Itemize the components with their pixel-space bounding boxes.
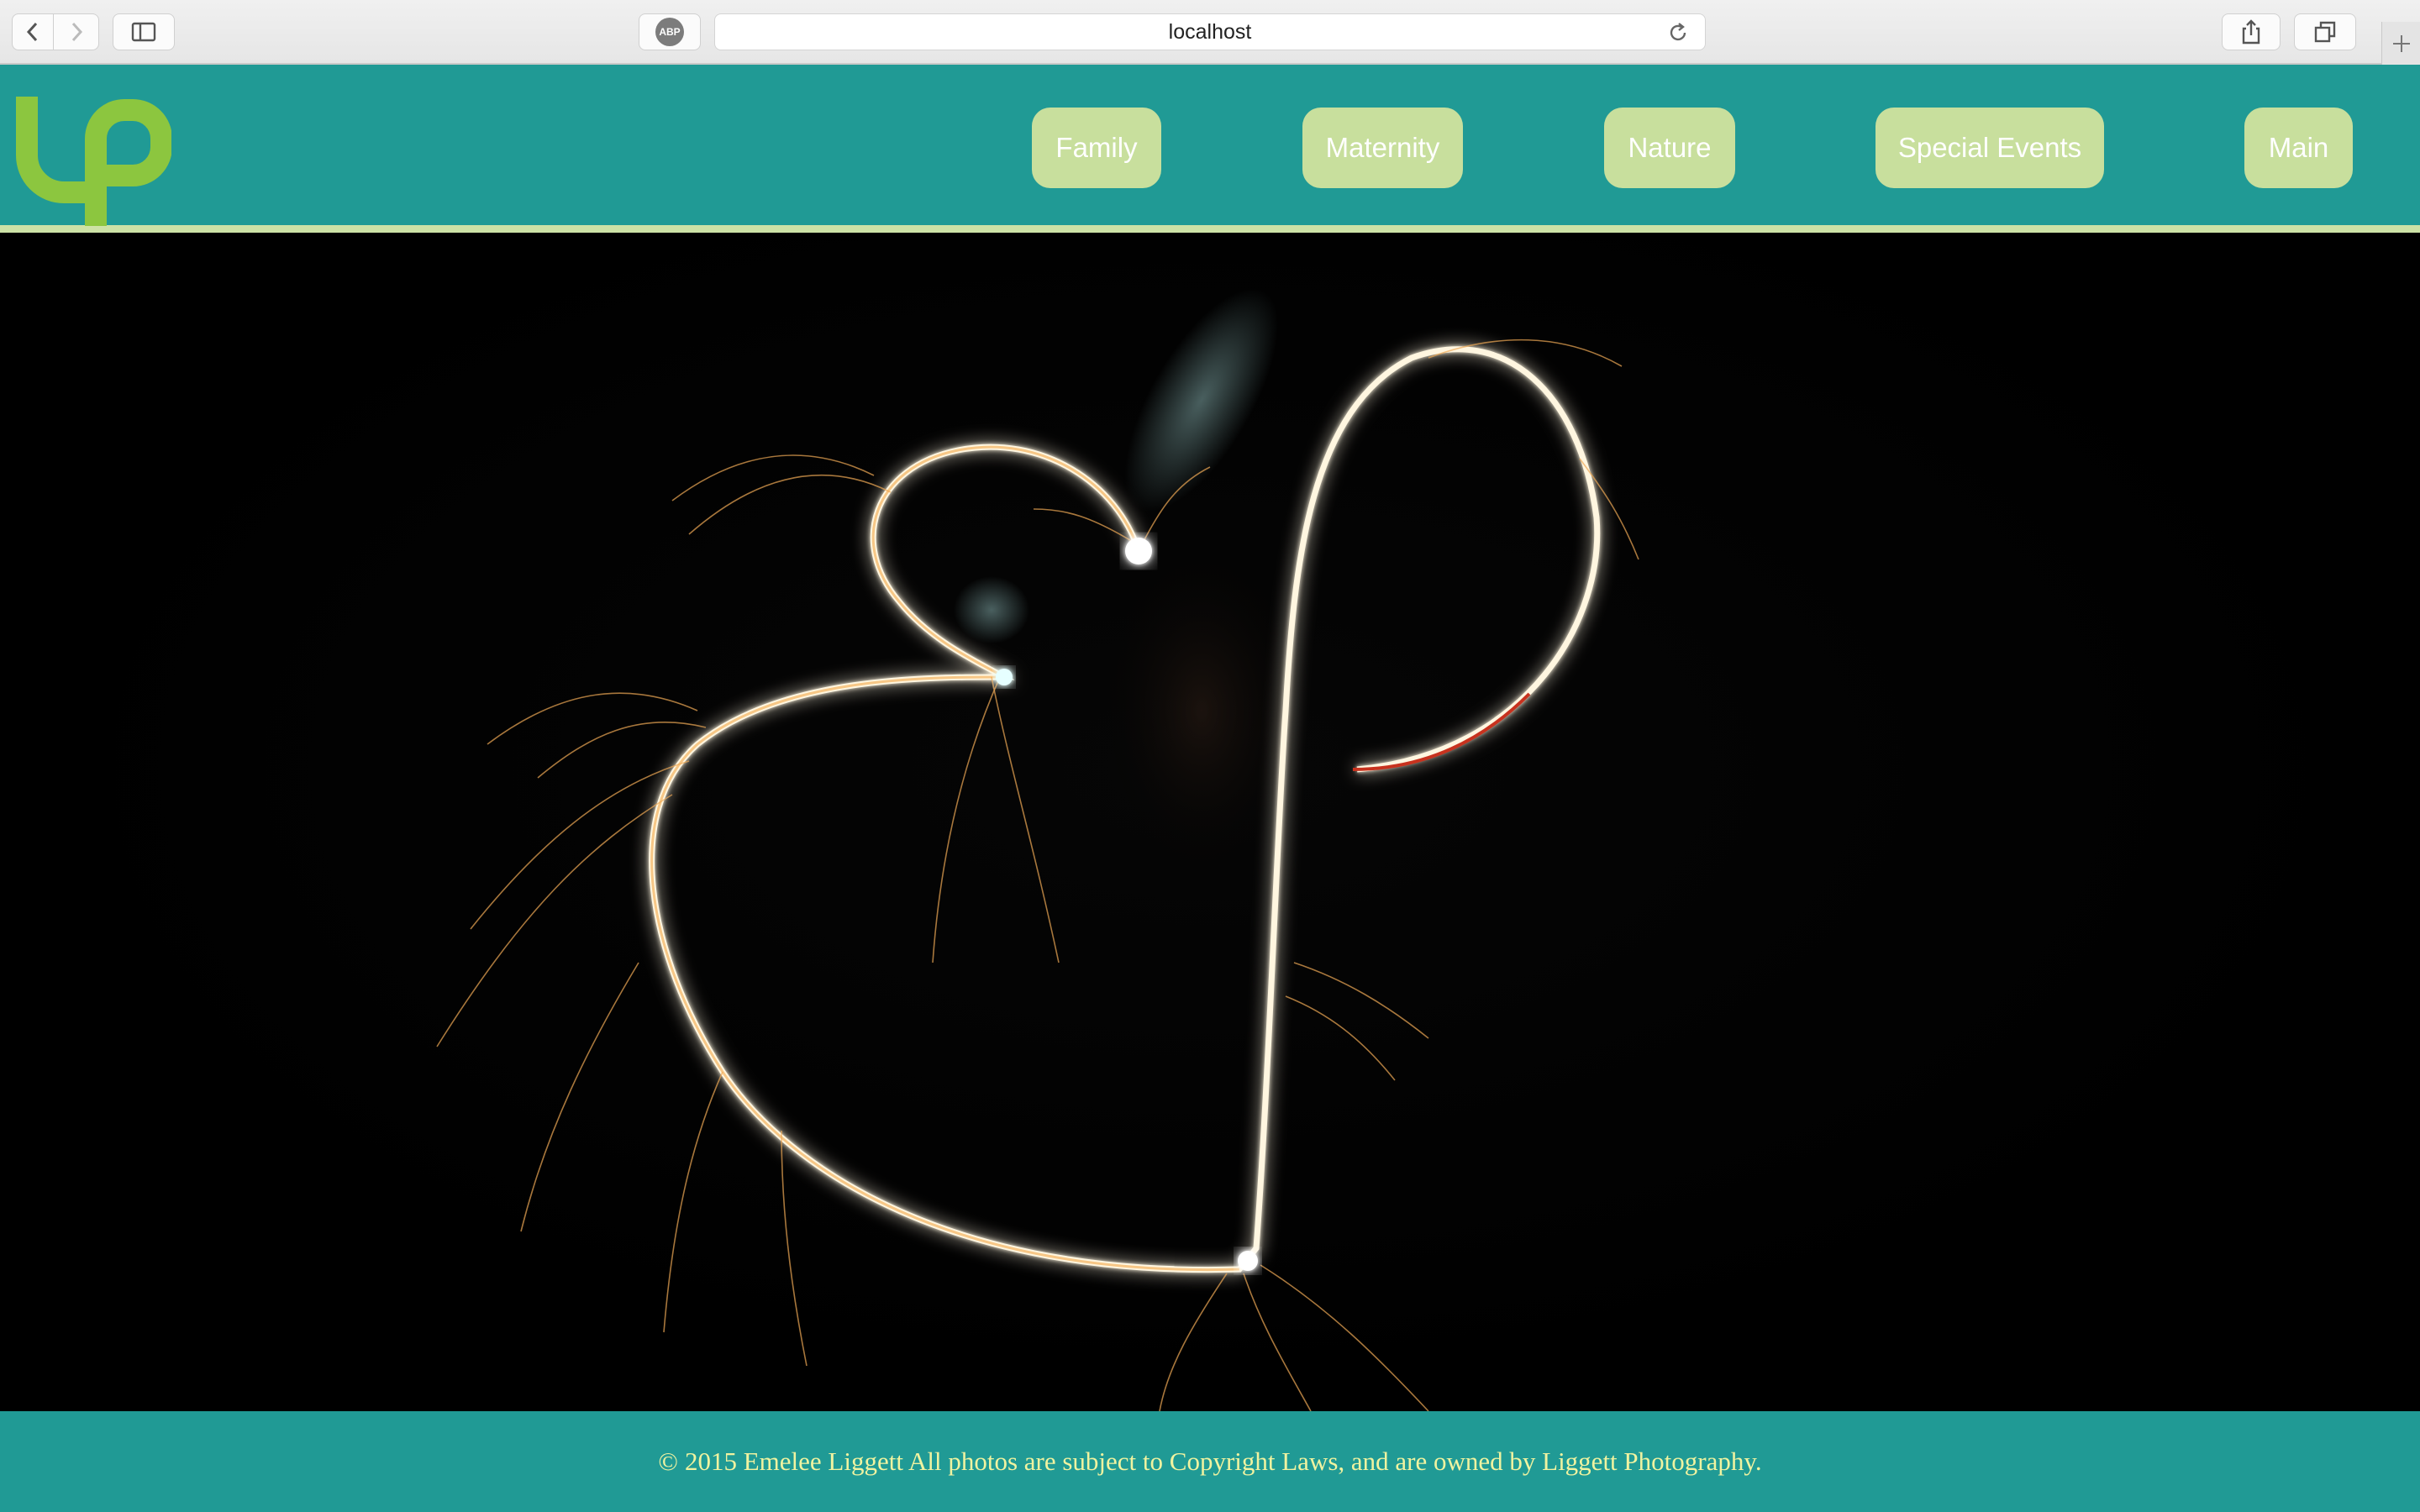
reload-icon[interactable]	[1666, 21, 1690, 45]
share-icon	[2242, 19, 2260, 45]
sidebar-icon	[131, 22, 156, 42]
nav-main-button[interactable]: Main	[2244, 108, 2353, 188]
sparkler-hearts-image	[436, 287, 1639, 1411]
nav-nature-button[interactable]: Nature	[1604, 108, 1735, 188]
hero-photo	[0, 240, 2420, 1411]
new-tab-button[interactable]	[2381, 22, 2420, 65]
sidebar-toggle-button[interactable]	[113, 13, 175, 50]
url-text: localhost	[1168, 19, 1252, 44]
show-tabs-button[interactable]	[2294, 13, 2356, 50]
adblock-button[interactable]: ABP	[639, 13, 701, 50]
back-button[interactable]	[12, 13, 54, 50]
site-header: Family Maternity Nature Special Events M…	[0, 65, 2420, 233]
site-footer: © 2015 Emelee Liggett All photos are sub…	[0, 1411, 2420, 1512]
logo[interactable]	[15, 97, 171, 226]
plus-icon	[2392, 34, 2410, 52]
share-button[interactable]	[2222, 13, 2281, 50]
copyright-icon: ©	[658, 1446, 678, 1476]
browser-toolbar: ABP localhost	[0, 0, 2420, 65]
tabs-icon	[2314, 21, 2336, 43]
chevron-left-icon	[26, 22, 38, 42]
forward-button[interactable]	[54, 13, 99, 50]
footer-copyright-text: 2015 Emelee Liggett All photos are subje…	[684, 1446, 1762, 1476]
nav-maternity-button[interactable]: Maternity	[1302, 108, 1463, 188]
address-bar[interactable]: localhost	[714, 13, 1706, 50]
adblock-icon: ABP	[655, 18, 684, 46]
chevron-right-icon	[71, 22, 82, 42]
nav-family-button[interactable]: Family	[1032, 108, 1161, 188]
nav-special-events-button[interactable]: Special Events	[1876, 108, 2104, 188]
